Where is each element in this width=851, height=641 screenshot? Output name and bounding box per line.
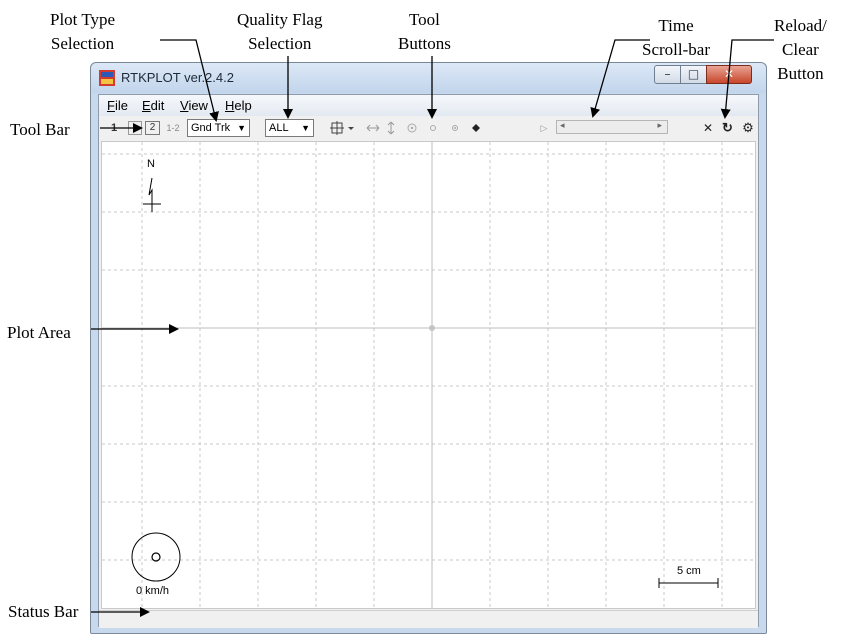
north-label: N <box>147 158 155 170</box>
dropdown-arrow-icon: ▼ <box>237 123 246 133</box>
annotation-status-bar: Status Bar <box>8 602 79 621</box>
annotation-tool-buttons: Tool Buttons <box>398 10 451 53</box>
crosshair-icon[interactable] <box>330 121 354 135</box>
rtkplot-window: RTKPLOT ver.2.4.2 – □ ✕ File Edit View H… <box>90 62 767 634</box>
annotation-tool-bar: Tool Bar <box>10 120 70 139</box>
show-points-icon[interactable] <box>430 125 436 131</box>
scroll-right-icon[interactable]: ▸ <box>657 120 662 131</box>
speed-label: 0 km/h <box>136 585 170 597</box>
minimize-icon: – <box>664 67 671 81</box>
menu-help[interactable]: Help <box>225 98 252 113</box>
quality-flag-value: ALL <box>269 122 289 134</box>
scroll-left-icon[interactable]: ◂ <box>560 120 565 131</box>
minimize-button[interactable]: – <box>654 65 681 84</box>
reload-button[interactable]: ↻ <box>721 120 734 136</box>
plot-area[interactable]: N 0 km/h 5 cm <box>101 141 756 609</box>
plot-2-button[interactable]: 2 <box>145 121 160 135</box>
time-scroll-bar[interactable]: ◂ ▸ <box>556 120 668 134</box>
speed-indicator-icon <box>131 532 181 582</box>
scale-label: 5 cm <box>677 565 701 577</box>
plot-1-2-button[interactable]: 1-2 <box>164 120 182 136</box>
menu-bar: File Edit View Help <box>99 95 758 116</box>
title-bar[interactable]: RTKPLOT ver.2.4.2 – □ ✕ <box>91 63 766 93</box>
annotation-plot-type: Plot Type Selection <box>50 10 116 53</box>
center-origin-icon[interactable] <box>407 123 417 133</box>
menu-edit[interactable]: Edit <box>142 98 164 113</box>
tool-buttons-group <box>330 121 480 135</box>
annotation-plot-area: Plot Area <box>7 323 71 342</box>
quality-flag-select[interactable]: ALL ▼ <box>265 119 314 137</box>
origin-dot <box>429 325 435 331</box>
fit-vertical-icon[interactable] <box>387 121 395 135</box>
status-bar <box>99 610 758 628</box>
maximize-icon: □ <box>687 67 700 81</box>
plot-2-icon-button[interactable] <box>128 121 142 135</box>
plot-1-button[interactable]: 1 <box>109 120 119 136</box>
plot-type-select[interactable]: Gnd Trk ▼ <box>187 119 250 137</box>
show-tracks-icon[interactable] <box>452 125 458 131</box>
close-window-button[interactable]: ✕ <box>706 65 752 84</box>
maximize-button[interactable]: □ <box>680 65 707 84</box>
annotation-time-scroll: Time Scroll-bar <box>642 16 710 59</box>
client-area: File Edit View Help 1 2 1-2 Gnd Trk ▼ AL… <box>98 94 759 628</box>
play-icon[interactable]: ▷ <box>539 120 549 136</box>
scale-bar-icon <box>658 578 719 588</box>
fit-horizontal-icon[interactable] <box>366 124 380 132</box>
clear-button[interactable]: ✕ <box>702 120 714 136</box>
dropdown-arrow-icon: ▼ <box>301 123 310 133</box>
close-icon: ✕ <box>723 67 735 81</box>
plot-grid <box>102 142 755 608</box>
menu-view[interactable]: View <box>180 98 208 113</box>
window-title: RTKPLOT ver.2.4.2 <box>121 70 234 85</box>
tool-bar: 1 2 1-2 Gnd Trk ▼ ALL ▼ ▷ ◂ ▸ ✕ ↻ ⚙ <box>99 116 758 140</box>
menu-file[interactable]: File <box>107 98 128 113</box>
plot-type-value: Gnd Trk <box>191 122 231 134</box>
options-gear-button[interactable]: ⚙ <box>741 120 755 136</box>
app-icon <box>99 70 115 86</box>
annotation-reload-clear: Reload/Clear Button <box>774 16 827 83</box>
show-marks-icon[interactable] <box>472 124 480 132</box>
north-arrow-icon <box>143 177 161 212</box>
annotation-quality-flag: Quality Flag Selection <box>237 10 323 53</box>
